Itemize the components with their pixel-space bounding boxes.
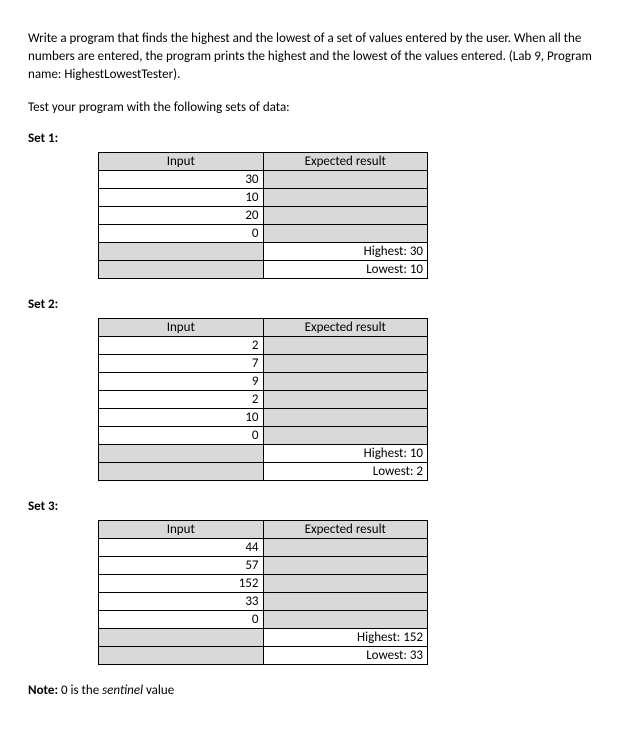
result-empty	[263, 538, 428, 556]
input-empty	[99, 646, 264, 664]
result-empty	[263, 188, 428, 206]
table-row: 0	[99, 610, 428, 628]
input-value: 10	[99, 408, 264, 426]
result-empty	[263, 224, 428, 242]
result-empty	[263, 426, 428, 444]
result-value: Lowest: 33	[263, 646, 428, 664]
set-label: Set 3:	[28, 499, 601, 514]
col-header-input: Input	[99, 318, 264, 336]
result-value: Highest: 152	[263, 628, 428, 646]
table-row: 20	[99, 206, 428, 224]
result-value: Lowest: 2	[263, 462, 428, 480]
input-empty	[99, 242, 264, 260]
col-header-expected: Expected result	[263, 520, 428, 538]
input-value: 44	[99, 538, 264, 556]
result-empty	[263, 592, 428, 610]
result-empty	[263, 390, 428, 408]
table-row: 30	[99, 170, 428, 188]
result-empty	[263, 170, 428, 188]
set-block: InputExpected result4457152330Highest: 1…	[98, 520, 601, 665]
input-value: 2	[99, 336, 264, 354]
input-value: 7	[99, 354, 264, 372]
col-header-expected: Expected result	[263, 318, 428, 336]
note-text-2: value	[143, 683, 174, 698]
data-table: InputExpected result4457152330Highest: 1…	[98, 520, 428, 665]
table-row: Highest: 30	[99, 242, 428, 260]
result-empty	[263, 206, 428, 224]
result-empty	[263, 610, 428, 628]
input-value: 20	[99, 206, 264, 224]
set-block: InputExpected result3010200Highest: 30Lo…	[98, 152, 601, 279]
table-row: 0	[99, 224, 428, 242]
data-table: InputExpected result3010200Highest: 30Lo…	[98, 152, 428, 279]
note-label: Note:	[28, 683, 58, 698]
input-empty	[99, 444, 264, 462]
note-line: Note: 0 is the sentinel value	[28, 683, 601, 698]
table-row: 2	[99, 336, 428, 354]
result-empty	[263, 372, 428, 390]
result-empty	[263, 574, 428, 592]
table-row: 57	[99, 556, 428, 574]
table-row: Lowest: 10	[99, 260, 428, 278]
result-empty	[263, 556, 428, 574]
problem-description: Write a program that finds the highest a…	[28, 30, 601, 85]
result-empty	[263, 354, 428, 372]
test-instruction: Test your program with the following set…	[28, 99, 601, 117]
note-sentinel: sentinel	[102, 683, 143, 698]
input-value: 0	[99, 224, 264, 242]
table-row: 44	[99, 538, 428, 556]
result-empty	[263, 336, 428, 354]
result-empty	[263, 408, 428, 426]
input-value: 9	[99, 372, 264, 390]
input-value: 10	[99, 188, 264, 206]
table-row: Highest: 10	[99, 444, 428, 462]
note-text-1: 0 is the	[58, 683, 102, 698]
table-row: Highest: 152	[99, 628, 428, 646]
table-row: 9	[99, 372, 428, 390]
table-row: 0	[99, 426, 428, 444]
result-value: Lowest: 10	[263, 260, 428, 278]
table-row: Lowest: 2	[99, 462, 428, 480]
input-empty	[99, 628, 264, 646]
table-row: Lowest: 33	[99, 646, 428, 664]
result-value: Highest: 30	[263, 242, 428, 260]
set-label: Set 2:	[28, 297, 601, 312]
input-value: 0	[99, 426, 264, 444]
table-row: 33	[99, 592, 428, 610]
input-value: 57	[99, 556, 264, 574]
set-block: InputExpected result2792100Highest: 10Lo…	[98, 318, 601, 481]
data-table: InputExpected result2792100Highest: 10Lo…	[98, 318, 428, 481]
set-label: Set 1:	[28, 131, 601, 146]
col-header-input: Input	[99, 152, 264, 170]
table-row: 152	[99, 574, 428, 592]
result-value: Highest: 10	[263, 444, 428, 462]
input-value: 33	[99, 592, 264, 610]
input-value: 30	[99, 170, 264, 188]
input-value: 0	[99, 610, 264, 628]
input-empty	[99, 260, 264, 278]
table-row: 7	[99, 354, 428, 372]
input-value: 152	[99, 574, 264, 592]
input-value: 2	[99, 390, 264, 408]
input-empty	[99, 462, 264, 480]
table-row: 10	[99, 408, 428, 426]
table-row: 2	[99, 390, 428, 408]
col-header-input: Input	[99, 520, 264, 538]
table-row: 10	[99, 188, 428, 206]
col-header-expected: Expected result	[263, 152, 428, 170]
